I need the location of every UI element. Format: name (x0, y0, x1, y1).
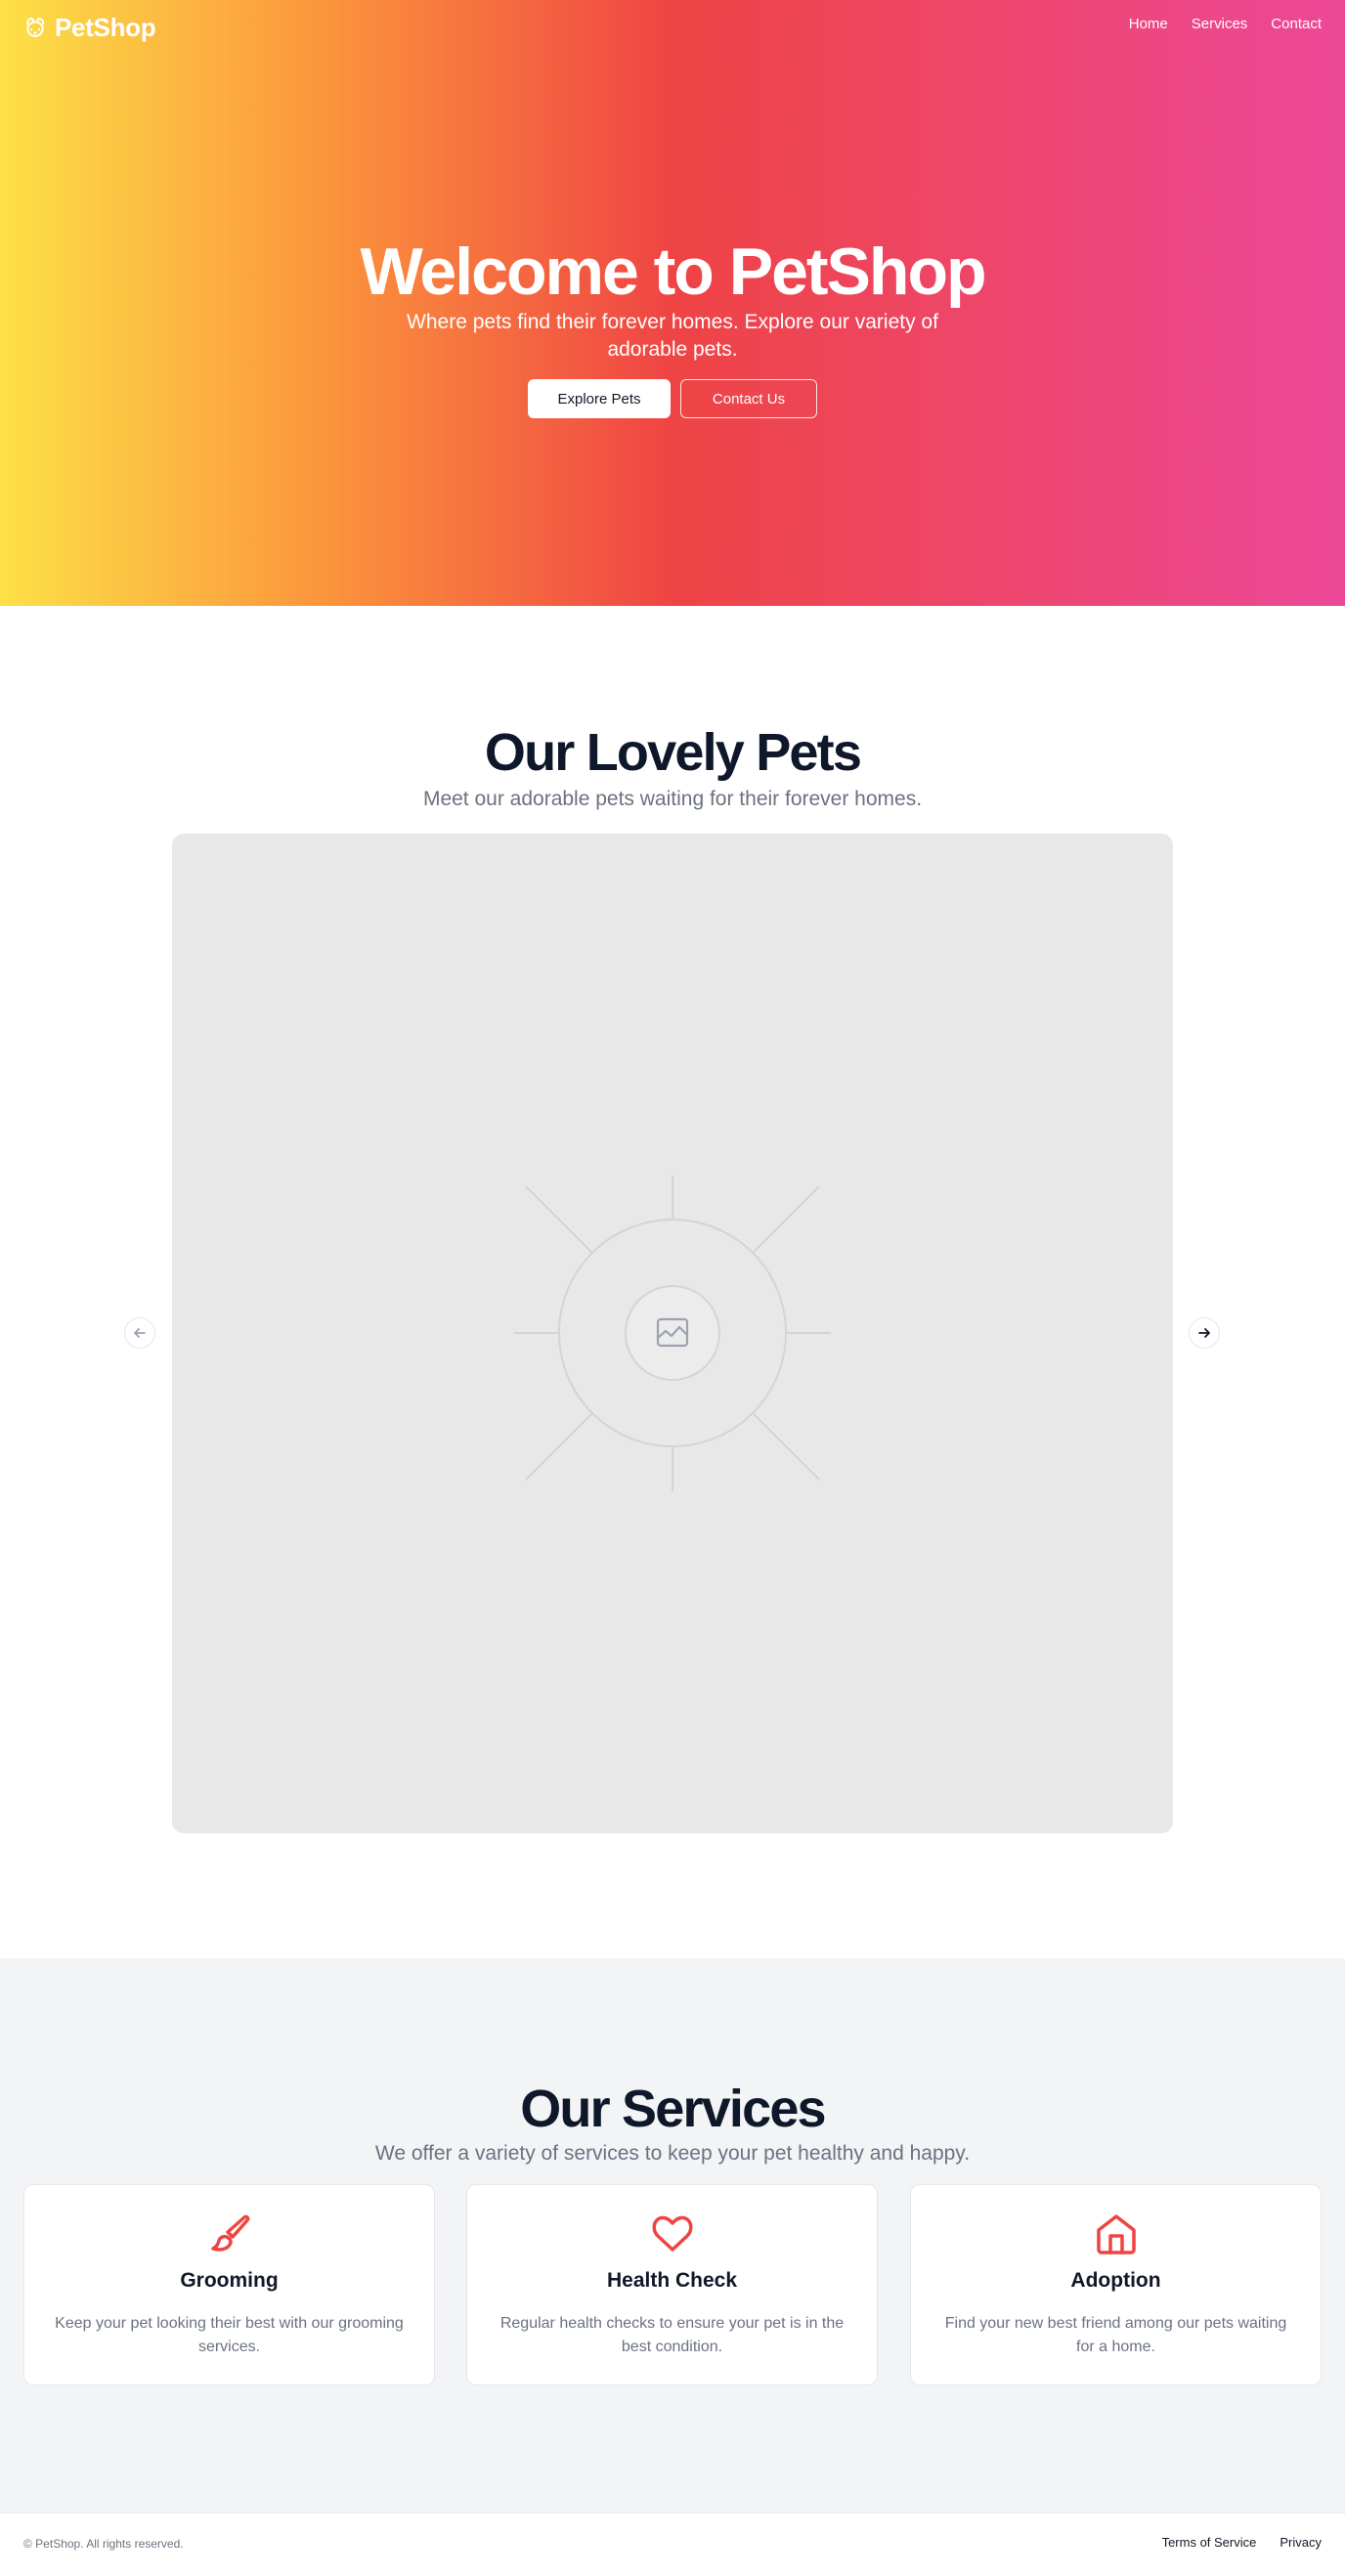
services-section: Our Services We offer a variety of servi… (0, 1958, 1345, 2512)
service-description: Regular health checks to ensure your pet… (499, 2315, 845, 2355)
footer-links: Terms of Service Privacy (1162, 2535, 1322, 2550)
hero-title: Welcome to PetShop (360, 235, 986, 309)
service-card-adoption: Adoption Find your new best friend among… (910, 2184, 1322, 2385)
service-card-health-check: Health Check Regular health checks to en… (466, 2184, 878, 2385)
pets-section-title: Our Lovely Pets (484, 723, 862, 782)
explore-pets-button[interactable]: Explore Pets (528, 379, 671, 418)
brand-name: PetShop (55, 12, 156, 42)
footer-link-privacy[interactable]: Privacy (1280, 2535, 1322, 2550)
service-description: Keep your pet looking their best with ou… (55, 2315, 404, 2355)
brand-logo[interactable]: PetShop (23, 12, 156, 43)
carousel-prev-button[interactable] (124, 1317, 155, 1349)
service-title: Grooming (180, 2269, 279, 2292)
heart-icon (652, 2215, 692, 2252)
pets-section-subtitle: Meet our adorable pets waiting for their… (422, 788, 923, 810)
services-section-title: Our Services (520, 2080, 826, 2138)
hero-actions: Explore Pets Contact Us (0, 379, 1345, 418)
pet-carousel-image[interactable] (172, 834, 1173, 1833)
nav-link-home[interactable]: Home (1129, 16, 1168, 32)
hero-content: Welcome to PetShop Where pets find their… (0, 235, 1345, 418)
page-footer: © PetShop. All rights reserved. Terms of… (0, 2512, 1345, 2576)
footer-copyright: © PetShop. All rights reserved. (23, 2537, 184, 2551)
service-card-grooming: Grooming Keep your pet looking their bes… (23, 2184, 435, 2385)
service-title: Adoption (1070, 2269, 1161, 2292)
services-section-subtitle: We offer a variety of services to keep y… (374, 2142, 971, 2165)
image-placeholder (514, 1176, 831, 1491)
service-title: Health Check (606, 2269, 738, 2292)
paw-icon (26, 18, 45, 37)
service-description: Find your new best friend among our pets… (944, 2315, 1287, 2355)
nav-link-services[interactable]: Services (1192, 16, 1248, 32)
hero-subtitle: Where pets find their forever homes. Exp… (407, 311, 938, 361)
hero-section: PetShop Home Services Contact Welcome to… (0, 0, 1345, 606)
brush-icon (210, 2214, 249, 2252)
footer-link-terms[interactable]: Terms of Service (1162, 2535, 1257, 2550)
home-icon (1096, 2214, 1136, 2254)
carousel-next-button[interactable] (1189, 1317, 1220, 1349)
arrow-left-icon (134, 1328, 146, 1338)
nav-link-contact[interactable]: Contact (1271, 16, 1322, 32)
arrow-right-icon (1198, 1328, 1210, 1338)
main-nav: Home Services Contact (1129, 16, 1322, 32)
contact-us-button[interactable]: Contact Us (680, 379, 817, 418)
